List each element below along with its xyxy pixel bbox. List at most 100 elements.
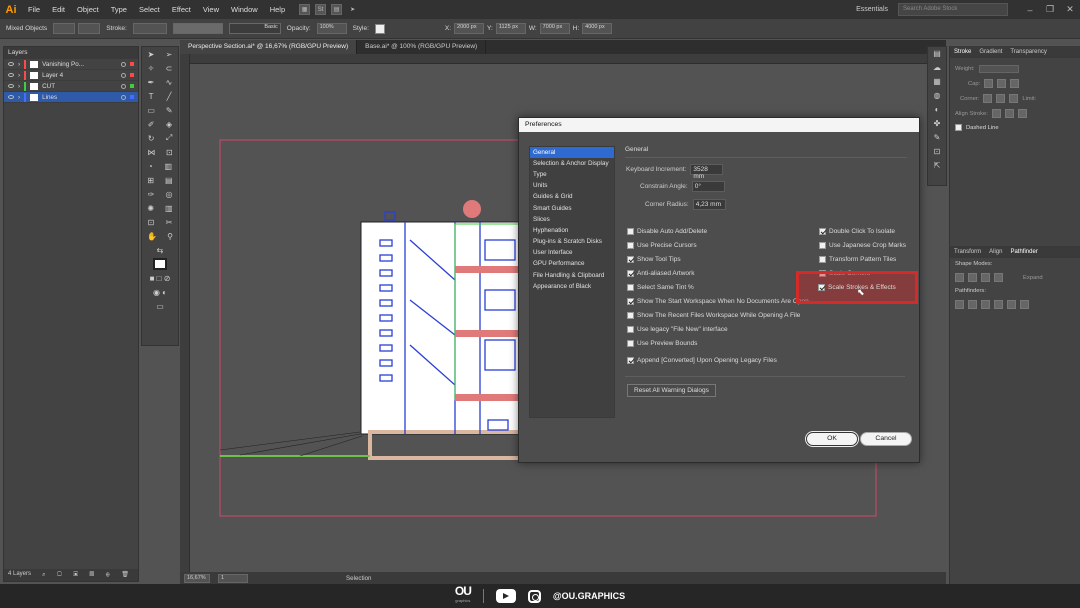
- category-item[interactable]: Plug-ins & Scratch Disks: [530, 237, 614, 248]
- align-center-icon[interactable]: [991, 109, 1001, 118]
- align-outside-icon[interactable]: [1017, 109, 1027, 118]
- checkbox-japanese-crop-marks[interactable]: Use Japanese Crop Marks: [819, 242, 906, 249]
- crop-icon[interactable]: [994, 300, 1003, 309]
- appearance-icon[interactable]: ◍: [928, 89, 946, 103]
- category-item[interactable]: User Interface: [530, 248, 614, 259]
- category-item[interactable]: Type: [530, 169, 614, 180]
- dashed-line-checkbox[interactable]: [955, 124, 962, 131]
- checkbox-preview-bounds[interactable]: Use Preview Bounds: [627, 340, 697, 347]
- checkbox-transform-pattern-tiles[interactable]: Transform Pattern Tiles: [819, 256, 896, 263]
- bevel-join-icon[interactable]: [1009, 94, 1019, 103]
- category-item[interactable]: Units: [530, 181, 614, 192]
- minus-front-icon[interactable]: [968, 273, 977, 282]
- miter-join-icon[interactable]: [983, 94, 993, 103]
- constrain-angle-input[interactable]: 0°: [691, 181, 725, 192]
- category-item[interactable]: Selection & Anchor Display: [530, 158, 614, 169]
- checkbox-box[interactable]: [627, 326, 634, 333]
- stroke-panel-tabs: Stroke Gradient Transparency: [950, 46, 1080, 58]
- checkbox-box[interactable]: [627, 256, 634, 263]
- checkbox-disable-auto-add-delete[interactable]: Disable Auto Add/Delete: [627, 228, 707, 235]
- tab-transform[interactable]: Transform: [954, 249, 981, 255]
- checkbox-box[interactable]: [819, 256, 826, 263]
- intersect-icon[interactable]: [981, 273, 990, 282]
- merge-icon[interactable]: [981, 300, 990, 309]
- checkbox-start-workspace[interactable]: Show The Start Workspace When No Documen…: [627, 298, 809, 305]
- checkbox-label: Show The Start Workspace When No Documen…: [637, 298, 809, 305]
- divide-icon[interactable]: [955, 300, 964, 309]
- checkbox-box[interactable]: [818, 284, 825, 291]
- checkbox-show-tool-tips[interactable]: Show Tool Tips: [627, 256, 681, 263]
- weight-input[interactable]: [978, 65, 1019, 73]
- checkbox-append-converted[interactable]: Append [Converted] Upon Opening Legacy F…: [627, 357, 777, 364]
- round-cap-icon[interactable]: [997, 79, 1007, 88]
- symbols-icon[interactable]: ✤: [928, 117, 946, 131]
- unite-icon[interactable]: [955, 273, 964, 282]
- category-item[interactable]: Hyphenation: [530, 225, 614, 236]
- checkbox-box[interactable]: [627, 270, 634, 277]
- libraries-icon[interactable]: ☁: [928, 61, 946, 75]
- pathfinders-label: Pathfinders:: [955, 288, 986, 294]
- category-item[interactable]: Smart Guides: [530, 203, 614, 214]
- brand-logo: OU graphics: [454, 584, 472, 603]
- pathfinder-tabs: Transform Align Pathfinder: [950, 246, 1080, 258]
- checkbox-box[interactable]: [627, 228, 634, 235]
- category-item[interactable]: GPU Performance: [530, 259, 614, 270]
- brushes-icon[interactable]: ✎: [928, 131, 946, 145]
- keyboard-increment-row: Keyboard Increment: 3528 mm: [626, 164, 724, 180]
- instagram-icon: [527, 589, 541, 603]
- checkbox-box[interactable]: [819, 228, 826, 235]
- checkbox-box[interactable]: [819, 242, 826, 249]
- category-item[interactable]: General: [530, 147, 614, 159]
- cancel-button[interactable]: Cancel: [860, 432, 912, 446]
- checkbox-double-click-isolate[interactable]: Double Click To Isolate: [819, 228, 895, 235]
- checkbox-label: Append [Converted] Upon Opening Legacy F…: [637, 357, 777, 364]
- zoom-input[interactable]: 16,67%: [184, 573, 210, 583]
- checkbox-label: Use Japanese Crop Marks: [829, 242, 906, 249]
- tab-gradient[interactable]: Gradient: [979, 49, 1002, 55]
- trim-icon[interactable]: [968, 300, 977, 309]
- properties-icon[interactable]: ▤: [928, 47, 946, 61]
- checkbox-box[interactable]: [627, 242, 634, 249]
- checkbox-select-same-tint[interactable]: Select Same Tint %: [627, 284, 694, 291]
- category-item[interactable]: Slices: [530, 214, 614, 225]
- round-join-icon[interactable]: [996, 94, 1006, 103]
- corner-radius-input[interactable]: 4,23 mm: [692, 199, 726, 210]
- export-icon[interactable]: ⇱: [928, 159, 946, 173]
- checkbox-box[interactable]: [627, 340, 634, 347]
- graphic-styles-icon[interactable]: ◐: [928, 103, 946, 117]
- transform-icon[interactable]: ⊡: [928, 145, 946, 159]
- artboard-navigator[interactable]: 1: [218, 573, 248, 583]
- checkbox-recent-files-workspace[interactable]: Show The Recent Files Workspace While Op…: [627, 312, 800, 319]
- checkbox-legacy-file-new[interactable]: Use legacy "File New" interface: [627, 326, 728, 333]
- checkbox-anti-aliased-artwork[interactable]: Anti-aliased Artwork: [627, 270, 694, 277]
- checkbox-label: Disable Auto Add/Delete: [637, 228, 708, 235]
- checkbox-precise-cursors[interactable]: Use Precise Cursors: [627, 242, 697, 249]
- align-inside-icon[interactable]: [1004, 109, 1014, 118]
- expand-button[interactable]: Expand: [1023, 275, 1043, 281]
- dashed-line-label: Dashed Line: [966, 124, 999, 131]
- minus-back-icon[interactable]: [1020, 300, 1029, 309]
- tab-pathfinder[interactable]: Pathfinder: [1010, 249, 1037, 255]
- tab-transparency[interactable]: Transparency: [1010, 49, 1046, 55]
- keyboard-increment-input[interactable]: 3528 mm: [690, 164, 724, 180]
- color-guide-icon[interactable]: ▦: [928, 75, 946, 89]
- constrain-angle-label: Constrain Angle:: [640, 183, 688, 190]
- checkbox-box[interactable]: [627, 298, 634, 305]
- checkbox-box[interactable]: [627, 312, 634, 319]
- checkbox-label: Anti-aliased Artwork: [637, 270, 695, 277]
- exclude-icon[interactable]: [994, 273, 1003, 282]
- tab-align[interactable]: Align: [989, 249, 1002, 255]
- square-cap-icon[interactable]: [1010, 79, 1020, 88]
- tab-stroke[interactable]: Stroke: [954, 49, 971, 55]
- ok-button[interactable]: OK: [806, 432, 858, 446]
- category-item[interactable]: Guides & Grid: [530, 192, 614, 203]
- category-item[interactable]: Appearance of Black: [530, 281, 614, 292]
- cap-label: Cap:: [968, 80, 981, 87]
- checkbox-box[interactable]: [627, 284, 634, 291]
- reset-warning-dialogs-button[interactable]: Reset All Warning Dialogs: [627, 384, 716, 397]
- category-item[interactable]: File Handling & Clipboard: [530, 270, 614, 281]
- checkbox-box[interactable]: [627, 357, 634, 364]
- outline-icon[interactable]: [1007, 300, 1016, 309]
- limit-label: Limit:: [1022, 95, 1037, 102]
- butt-cap-icon[interactable]: [984, 79, 994, 88]
